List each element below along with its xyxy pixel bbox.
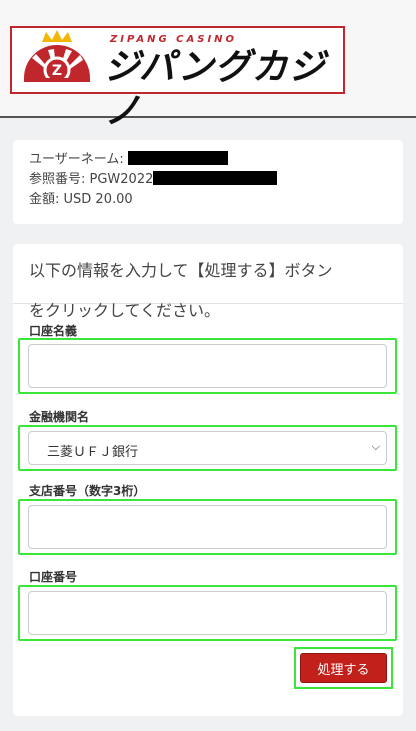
instruction-text-line2: をクリックしてください。 <box>29 301 221 320</box>
brand-subtitle: ZIPANG CASINO <box>110 34 238 45</box>
branch-field[interactable] <box>28 505 387 550</box>
crown-logo-icon: Z <box>24 30 90 84</box>
submit-highlight: 処理する <box>294 647 393 689</box>
amount-label: 金額: USD 20.00 <box>29 192 133 207</box>
submit-button[interactable]: 処理する <box>300 653 387 683</box>
branch-input[interactable] <box>39 506 380 550</box>
instruction-text: 以下の情報を入力して【処理する】ボタン <box>29 261 333 280</box>
amount-row: 金額: USD 20.00 <box>29 190 387 210</box>
brand-name: ジパングカジノ <box>104 47 326 132</box>
account-name-input[interactable] <box>39 345 380 389</box>
bank-form-card: 以下の情報を入力して【処理する】ボタン をクリックしてください。 口座名義 金融… <box>13 244 403 716</box>
username-row: ユーザーネーム: <box>29 150 387 170</box>
account-number-field[interactable] <box>28 591 387 636</box>
reference-row: 参照番号: PGW2022 <box>29 170 387 190</box>
branch-highlight <box>18 499 397 555</box>
reference-redaction <box>153 171 278 185</box>
brand-logo[interactable]: Z ZIPANG CASINO ジパングカジノ <box>10 26 345 132</box>
account-name-field[interactable] <box>28 344 387 389</box>
reference-label: 参照番号: PGW2022 <box>29 172 154 187</box>
payment-info-card: ユーザーネーム: 参照番号: PGW2022 金額: USD 20.00 <box>13 140 403 224</box>
account-name-highlight <box>18 338 397 394</box>
header: Z ZIPANG CASINO ジパングカジノ <box>0 0 416 132</box>
username-label: ユーザーネーム: <box>29 152 124 167</box>
account-number-highlight <box>18 585 397 641</box>
bank-select-highlight: 三菱ＵＦＪ銀行 ⌵ <box>18 425 397 471</box>
username-redaction <box>127 151 228 165</box>
chevron-down-icon: ⌵ <box>371 440 380 453</box>
branch-label: 支店番号（数字3桁） <box>29 484 146 498</box>
bank-selected-value: 三菱ＵＦＪ銀行 <box>47 445 139 460</box>
bank-select[interactable]: 三菱ＵＦＪ銀行 ⌵ <box>28 431 387 465</box>
account-number-input[interactable] <box>39 592 380 636</box>
account-number-label: 口座番号 <box>29 570 78 584</box>
svg-text:Z: Z <box>52 63 62 79</box>
account-name-label: 口座名義 <box>29 324 78 338</box>
bank-label: 金融機関名 <box>29 410 90 424</box>
